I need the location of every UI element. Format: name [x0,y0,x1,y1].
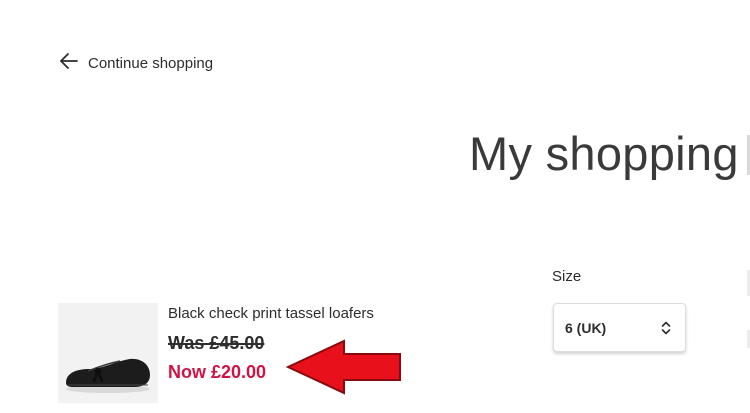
size-select[interactable]: 6 (UK) [553,303,686,352]
page-title: My shopping [469,127,739,180]
continue-shopping-link[interactable]: Continue shopping [58,50,213,76]
product-image[interactable] [58,303,158,403]
now-price: Now £20.00 [168,362,267,382]
size-selected-value: 6 (UK) [565,319,607,336]
arrow-left-icon [58,50,80,76]
size-label: Size [552,268,582,285]
continue-shopping-label: Continue shopping [88,54,214,72]
loafer-shoe-image [58,303,158,403]
was-price: Was £45.00 [168,333,265,353]
chevron-up-down-icon [661,321,671,334]
red-arrow-left-icon [285,339,401,395]
product-name[interactable]: Black check print tassel loafers [168,305,374,322]
